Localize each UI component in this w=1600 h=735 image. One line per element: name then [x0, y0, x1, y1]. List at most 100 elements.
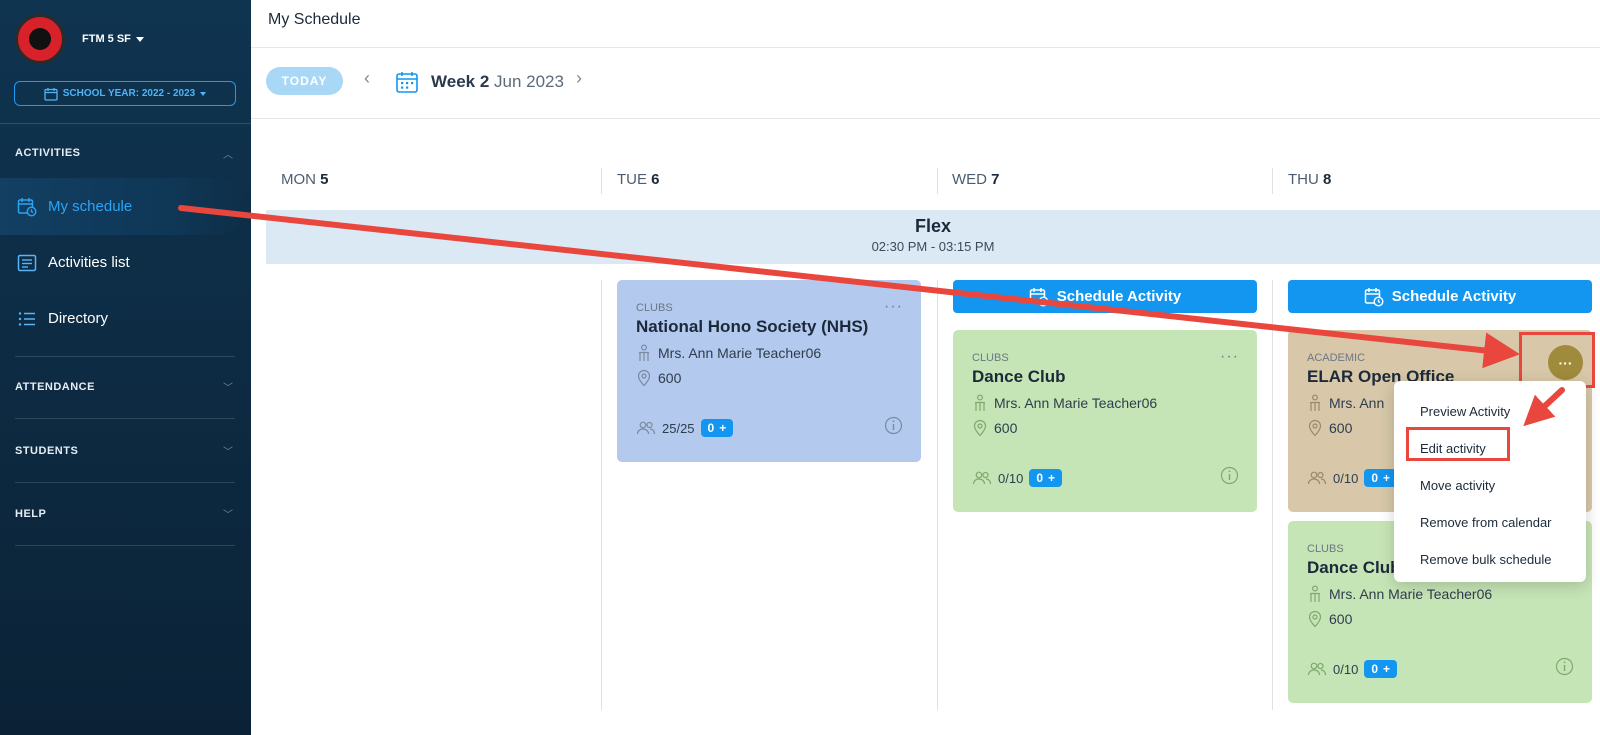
sidebar-item-activities-list[interactable]: Activities list: [0, 234, 251, 291]
org-name: FTM 5 SF: [82, 33, 131, 45]
annotation-highlight-edit: [1406, 427, 1510, 461]
people-icon: [972, 471, 992, 485]
flex-period-band: Flex 02:30 PM - 03:15 PM: [266, 210, 1600, 264]
calendar-clock-icon: [1364, 287, 1384, 307]
person-icon: [974, 394, 986, 411]
divider: [15, 482, 235, 483]
chevron-down-icon: [135, 36, 144, 42]
info-icon[interactable]: [884, 416, 903, 435]
card-room-row: 600: [972, 419, 1238, 437]
chevron-down-icon[interactable]: ﹀: [223, 443, 233, 458]
add-student-button[interactable]: 0 +: [1364, 660, 1398, 678]
card-teacher-row: Mrs. Ann Marie Teacher06: [1307, 585, 1573, 603]
day-header-tue: TUE 6: [617, 171, 660, 188]
prev-week-button[interactable]: ‹: [364, 68, 370, 89]
school-year-selector[interactable]: SCHOOL YEAR: 2022 - 2023: [14, 81, 236, 106]
card-footer: 25/25 0 +: [636, 419, 734, 437]
divider: [15, 418, 235, 419]
menu-item-remove-bulk-schedule[interactable]: Remove bulk schedule: [1394, 541, 1586, 578]
menu-item-move-activity[interactable]: Move activity: [1394, 467, 1586, 504]
card-teacher: Mrs. Ann Marie Teacher06: [658, 345, 822, 361]
card-room: 600: [658, 370, 682, 386]
card-category: CLUBS: [636, 302, 673, 314]
activity-card-dance-club-wed[interactable]: CLUBS Dance Club Mrs. Ann Marie Teacher0…: [953, 330, 1257, 512]
schedule-activity-label: Schedule Activity: [1391, 288, 1517, 305]
card-room: 600: [994, 420, 1018, 436]
activity-context-menu: Preview Activity Edit activity Move acti…: [1394, 381, 1586, 582]
column-divider: [601, 168, 602, 194]
location-pin-icon: [637, 369, 651, 387]
list-icon: [17, 309, 37, 329]
next-week-button[interactable]: ›: [576, 68, 582, 89]
chevron-up-icon[interactable]: ︿: [223, 146, 233, 161]
card-room-row: 600: [1307, 610, 1573, 628]
divider: [15, 545, 235, 546]
location-pin-icon: [1308, 610, 1322, 628]
app-root: FTM 5 SF SCHOOL YEAR: 2022 - 2023 ACTIVI…: [0, 0, 1600, 735]
divider: [15, 356, 235, 357]
sidebar-item-label: My schedule: [48, 198, 133, 215]
chevron-down-icon[interactable]: ﹀: [223, 379, 233, 394]
schedule-activity-label: Schedule Activity: [1056, 288, 1182, 305]
card-enrollment-count: 25/25: [662, 420, 695, 436]
location-pin-icon: [1308, 419, 1322, 437]
location-pin-icon: [973, 419, 987, 437]
day-header-thu: THU 8: [1288, 171, 1332, 188]
card-teacher: Mrs. Ann Marie Teacher06: [1329, 586, 1493, 602]
flex-period-title: Flex: [914, 216, 952, 236]
card-teacher: Mrs. Ann: [1329, 395, 1385, 411]
more-options-button[interactable]: ···: [1548, 345, 1583, 380]
info-icon[interactable]: [1555, 657, 1574, 676]
add-student-button[interactable]: 0 +: [700, 419, 734, 437]
today-button[interactable]: TODAY: [266, 67, 343, 95]
section-attendance[interactable]: ATTENDANCE: [15, 381, 95, 393]
column-divider: [1272, 280, 1273, 710]
people-icon: [1307, 471, 1327, 485]
sidebar-item-my-schedule[interactable]: My schedule: [0, 178, 245, 235]
card-footer: 0/10 0 +: [1307, 469, 1398, 487]
menu-item-remove-from-calendar[interactable]: Remove from calendar: [1394, 504, 1586, 541]
week-label: Week 2 Jun 2023: [431, 72, 564, 92]
card-category: CLUBS: [972, 352, 1009, 364]
divider: [0, 123, 251, 124]
activity-card-nhs[interactable]: CLUBS National Hono Society (NHS) Mrs. A…: [617, 280, 921, 462]
add-student-button[interactable]: 0 +: [1364, 469, 1398, 487]
calendar-clock-icon: [1029, 287, 1049, 307]
schedule-activity-button-thu[interactable]: Schedule Activity: [1288, 280, 1592, 313]
card-teacher-row: Mrs. Ann Marie Teacher06: [636, 344, 902, 362]
column-divider: [1272, 168, 1273, 194]
school-logo: [15, 14, 65, 64]
more-options-button[interactable]: ···: [884, 298, 903, 316]
person-icon: [1309, 585, 1321, 602]
more-options-button[interactable]: ···: [1220, 348, 1239, 366]
card-room-row: 600: [636, 369, 902, 387]
column-divider: [937, 280, 938, 710]
card-room: 600: [1329, 611, 1353, 627]
page-title: My Schedule: [268, 11, 361, 28]
column-divider: [601, 280, 602, 710]
day-header-wed: WED 7: [952, 171, 1000, 188]
sidebar-item-directory[interactable]: Directory: [0, 290, 251, 347]
menu-item-preview-activity[interactable]: Preview Activity: [1394, 393, 1586, 430]
schedule-activity-button-wed[interactable]: Schedule Activity: [953, 280, 1257, 313]
info-icon[interactable]: [1220, 466, 1239, 485]
school-year-label: SCHOOL YEAR: 2022 - 2023: [62, 88, 196, 99]
people-icon: [1307, 662, 1327, 676]
column-divider: [937, 168, 938, 194]
week-number: Week 2: [431, 72, 490, 91]
org-switcher[interactable]: FTM 5 SF: [82, 33, 144, 45]
card-enrollment-count: 0/10: [1333, 470, 1359, 486]
chevron-down-icon[interactable]: ﹀: [223, 506, 233, 521]
week-month: Jun 2023: [494, 72, 564, 91]
add-student-button[interactable]: 0 +: [1029, 469, 1063, 487]
section-students[interactable]: STUDENTS: [15, 445, 78, 457]
people-icon: [636, 421, 656, 435]
calendar-icon: [44, 87, 58, 101]
card-enrollment-count: 0/10: [1333, 661, 1359, 677]
section-help[interactable]: HELP: [15, 508, 46, 520]
card-enrollment-count: 0/10: [998, 470, 1024, 486]
chevron-down-icon: [200, 91, 207, 96]
sidebar: FTM 5 SF SCHOOL YEAR: 2022 - 2023 ACTIVI…: [0, 0, 251, 735]
calendar-clock-icon: [17, 197, 37, 217]
section-activities[interactable]: ACTIVITIES: [15, 147, 81, 159]
